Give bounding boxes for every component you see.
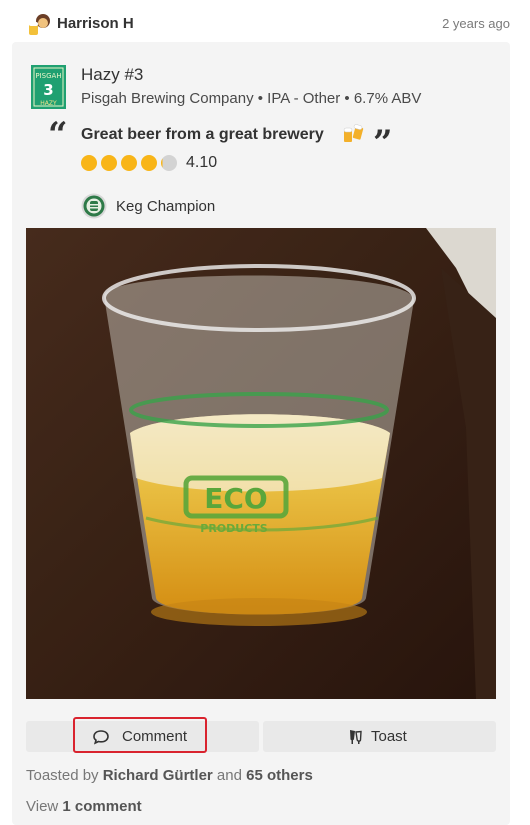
toast-button-label: Toast bbox=[371, 728, 407, 745]
cup-logo-subtext: PRODUCTS bbox=[200, 522, 268, 535]
timestamp[interactable]: 2 years ago bbox=[442, 16, 510, 31]
toast-button[interactable]: Toast bbox=[263, 721, 496, 752]
comment-count: 1 comment bbox=[62, 798, 142, 815]
toast-first-user[interactable]: Richard Gürtler bbox=[103, 767, 213, 784]
user-name[interactable]: Harrison H bbox=[57, 15, 134, 32]
beer-label-image[interactable]: PISGAH 3 HAZY bbox=[31, 65, 66, 109]
toast-cheers-icon bbox=[350, 730, 362, 744]
toast-others-count[interactable]: 65 others bbox=[246, 767, 313, 784]
user-avatar[interactable] bbox=[28, 12, 54, 36]
view-comments-prefix: View bbox=[26, 798, 59, 815]
toast-summary: Toasted by Richard Gürtler and 65 others bbox=[26, 767, 313, 784]
beer-label-brand: PISGAH bbox=[35, 72, 61, 80]
rating-dot bbox=[161, 155, 177, 171]
view-comments-link[interactable]: View 1 comment bbox=[26, 798, 142, 815]
checkin-comment: Great beer from a great brewery bbox=[81, 126, 324, 143]
comment-button-highlight bbox=[73, 717, 207, 753]
rating-dot bbox=[121, 155, 137, 171]
beer-label-style: HAZY bbox=[40, 100, 57, 107]
open-quote-icon: “ bbox=[48, 115, 68, 155]
checkin-header: Harrison H 2 years ago bbox=[28, 10, 510, 38]
beers-emoji-icon bbox=[343, 124, 364, 142]
rating-dot bbox=[81, 155, 97, 171]
badge-name[interactable]: Keg Champion bbox=[116, 198, 215, 215]
toast-joiner: and bbox=[216, 767, 242, 784]
rating-value: 4.10 bbox=[186, 154, 218, 171]
rating-dot bbox=[101, 155, 117, 171]
toast-prefix: Toasted by bbox=[26, 767, 99, 784]
beer-meta[interactable]: Pisgah Brewing Company • IPA - Other • 6… bbox=[81, 90, 421, 107]
keg-champion-badge-icon[interactable] bbox=[81, 193, 107, 219]
checkin-photo[interactable]: ECO PRODUCTS bbox=[26, 228, 496, 699]
rating-dot bbox=[141, 155, 157, 171]
cup-logo-text: ECO bbox=[204, 482, 267, 515]
close-quote-icon: ” bbox=[373, 123, 393, 163]
beer-label-number: 3 bbox=[43, 81, 53, 99]
beer-name[interactable]: Hazy #3 bbox=[81, 65, 143, 85]
